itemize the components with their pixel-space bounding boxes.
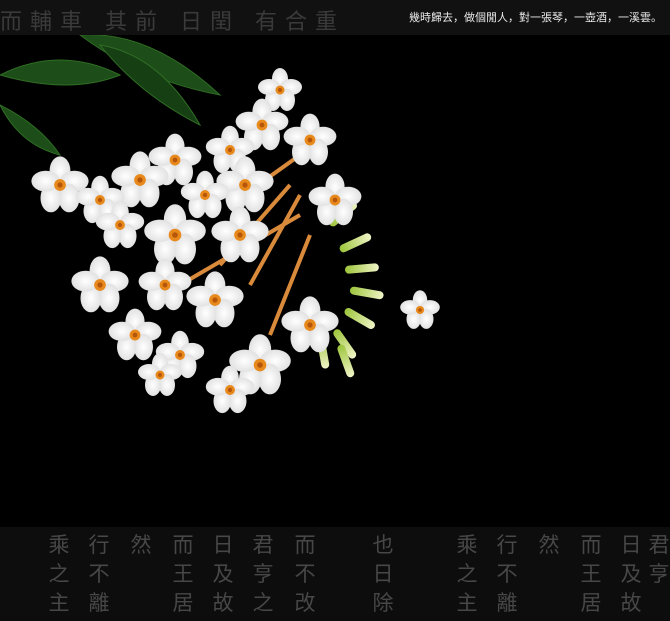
calligraphy-column: 行不離 [88,533,110,615]
calligraphy-column: 然 [130,533,152,557]
flower-illustration [0,34,440,414]
top-calligraphy-text: 而輔車 其前 日閏 有合重 [0,10,345,35]
flower-photo [0,34,670,527]
calligraphy-column: 日及故 [620,533,642,615]
calligraphy-column: 而王居 [580,533,602,615]
calligraphy-column: 日及故 [212,533,234,615]
bottom-calligraphy-band: 乘之主 行不離 然 而王居 日及故 君亨之 而不改 也日除 乘之主 行不離 然 … [0,527,670,621]
calligraphy-column: 而王居 [172,533,194,615]
calligraphy-column: 君亨之 [252,533,274,615]
top-calligraphy-band: 而輔車 其前 日閏 有合重 幾時歸去，做個閒人，對一張琴，一壺酒，一溪雲。 [0,0,670,35]
calligraphy-column: 乘之主 [48,533,70,615]
calligraphy-column: 也日除 [372,533,394,615]
flower-cluster [31,68,440,414]
calligraphy-column: 然 [538,533,560,557]
calligraphy-column: 而不改 [294,533,316,615]
poem-caption: 幾時歸去，做個閒人，對一張琴，一壺酒，一溪雲。 [409,11,662,24]
calligraphy-column: 君亨 [648,533,670,586]
leaves [0,34,222,156]
calligraphy-column: 乘之主 [456,533,478,615]
calligraphy-column: 行不離 [496,533,518,615]
buds [316,200,385,379]
